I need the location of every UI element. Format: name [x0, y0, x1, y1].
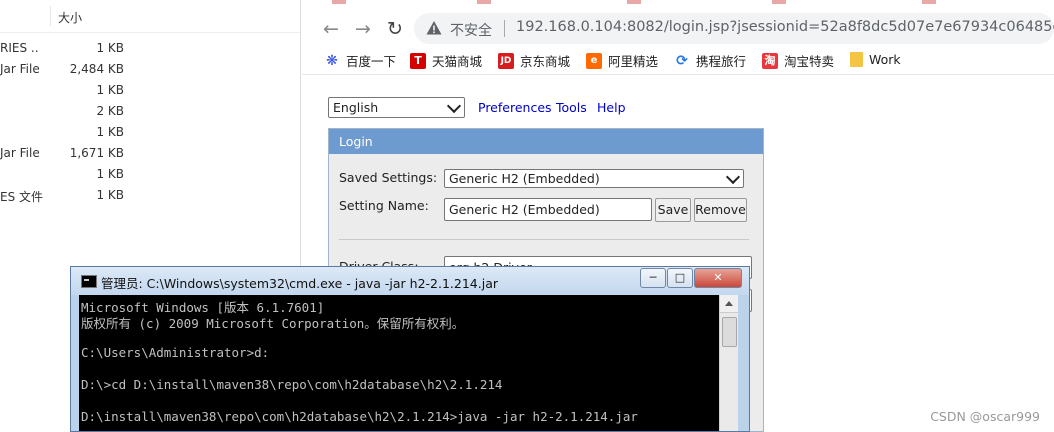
- file-size: 2 KB: [96, 104, 124, 118]
- navigation-bar: ← → ↻ 不安全 192.168.0.104:8082/login.jsp?j…: [302, 10, 1054, 46]
- console-output[interactable]: Microsoft Windows [版本 6.1.7601] 版权所有 (c)…: [79, 295, 719, 431]
- login-panel-title: Login: [339, 134, 373, 149]
- console-line: D:\>cd D:\install\maven38\repo\com\h2dat…: [81, 377, 503, 392]
- setting-name-value: Generic H2 (Embedded): [449, 202, 600, 217]
- ali-icon: e: [586, 52, 602, 69]
- setting-name-label: Setting Name:: [339, 198, 429, 213]
- taobao-icon: 淘: [762, 52, 778, 69]
- cmd-prompt-icon[interactable]: [81, 275, 97, 288]
- close-icon[interactable]: ✕: [694, 268, 742, 288]
- tab-edge[interactable]: [332, 0, 346, 4]
- warning-triangle-icon[interactable]: [426, 20, 442, 36]
- tmall-icon: T: [410, 52, 426, 69]
- login-panel-header: Login: [329, 129, 763, 154]
- tools-link[interactable]: Tools: [556, 100, 587, 115]
- file-row[interactable]: 1 KB: [0, 79, 300, 100]
- not-secure-label[interactable]: 不安全: [450, 20, 492, 40]
- bookmark-jd[interactable]: JD 京东商城: [498, 51, 570, 69]
- bookmark-label: 携程旅行: [696, 54, 747, 69]
- console-line: 版权所有 (c) 2009 Microsoft Corporation。保留所有…: [81, 316, 465, 331]
- address-divider: [504, 20, 505, 37]
- bookmark-label: 天猫商城: [432, 54, 483, 69]
- saved-settings-label: Saved Settings:: [339, 170, 438, 185]
- bookmarks-bar: ❋ 百度一下 T 天猫商城 JD 京东商城 e 阿里精选 ⟳ 携程旅行 淘淘宝特卖 Wor…: [302, 46, 1054, 75]
- language-select[interactable]: English: [328, 97, 465, 118]
- file-row[interactable]: 2 KB: [0, 100, 300, 121]
- file-row[interactable]: 1 KB: [0, 121, 300, 142]
- bookmark-ali[interactable]: e 阿里精选: [586, 51, 658, 69]
- file-type: RIES ..: [0, 41, 39, 55]
- file-size: 2,484 KB: [69, 62, 124, 76]
- tab-edge[interactable]: [477, 0, 491, 4]
- bookmark-tmall[interactable]: T 天猫商城: [410, 51, 482, 69]
- column-separator[interactable]: [50, 6, 51, 26]
- file-row[interactable]: ES 文件 1 KB: [0, 184, 300, 205]
- save-button[interactable]: Save: [655, 198, 691, 222]
- column-header: 大小: [0, 0, 300, 33]
- bookmark-label: 阿里精选: [608, 54, 659, 69]
- scroll-up-icon[interactable]: [720, 295, 738, 313]
- bookmark-ctrip[interactable]: ⟳ 携程旅行: [674, 51, 747, 70]
- cmd-window-title: 管理员: C:\Windows\system32\cmd.exe - java …: [101, 276, 499, 291]
- bookmark-baidu[interactable]: ❋ 百度一下: [324, 51, 397, 70]
- setting-name-input[interactable]: Generic H2 (Embedded): [444, 198, 652, 221]
- size-column-header[interactable]: 大小: [58, 9, 82, 26]
- baidu-paw-icon: ❋: [326, 52, 338, 69]
- back-arrow-icon[interactable]: ←: [318, 16, 344, 42]
- url-text[interactable]: 192.168.0.104:8082/login.jsp?jsessionid=…: [516, 19, 1054, 35]
- tab-edge[interactable]: [922, 0, 936, 4]
- tab-edge[interactable]: [772, 0, 786, 4]
- saved-settings-select[interactable]: Generic H2 (Embedded): [444, 169, 744, 188]
- bookmark-label: 京东商城: [520, 54, 571, 69]
- file-type: Jar File: [0, 146, 40, 160]
- bookmark-label: 淘宝特卖: [784, 54, 835, 69]
- preferences-link[interactable]: Preferences: [478, 100, 552, 115]
- file-size: 1 KB: [96, 125, 124, 139]
- language-value: English: [333, 100, 379, 115]
- watermark-text: CSDN @oscar999: [930, 409, 1040, 424]
- file-size: 1 KB: [96, 83, 124, 97]
- cmd-titlebar[interactable]: 管理员: C:\Windows\system32\cmd.exe - java …: [71, 267, 749, 295]
- section-divider: [339, 239, 749, 240]
- scroll-thumb[interactable]: [722, 317, 737, 347]
- chevron-down-icon: [725, 169, 741, 185]
- help-link[interactable]: Help: [597, 100, 626, 115]
- file-type: Jar File: [0, 62, 40, 76]
- console-line: D:\install\maven38\repo\com\h2database\h…: [81, 409, 638, 424]
- address-bar[interactable]: 不安全 192.168.0.104:8082/login.jsp?jsessio…: [414, 13, 1054, 44]
- maximize-icon[interactable]: □: [667, 268, 693, 288]
- file-row[interactable]: Jar File 1,671 KB: [0, 142, 300, 163]
- file-size: 1,671 KB: [69, 146, 124, 160]
- saved-settings-value: Generic H2 (Embedded): [449, 171, 600, 186]
- reload-icon[interactable]: ↻: [382, 16, 408, 42]
- file-size: 1 KB: [96, 167, 124, 181]
- bookmark-work-folder[interactable]: Work: [850, 51, 901, 69]
- console-line: C:\Users\Administrator>d:: [81, 345, 270, 360]
- forward-arrow-icon[interactable]: →: [350, 16, 376, 42]
- file-row[interactable]: 1 KB: [0, 163, 300, 184]
- console-scrollbar[interactable]: [719, 295, 738, 431]
- bookmark-taobao[interactable]: 淘淘宝特卖: [762, 51, 834, 69]
- folder-icon: [850, 52, 863, 67]
- file-row[interactable]: Jar File 2,484 KB: [0, 58, 300, 79]
- remove-button[interactable]: Remove: [694, 198, 747, 222]
- tab-edge[interactable]: [627, 0, 641, 4]
- bookmark-label: 百度一下: [346, 54, 397, 69]
- file-size: 1 KB: [96, 41, 124, 55]
- file-row[interactable]: RIES .. 1 KB: [0, 37, 300, 58]
- bookmark-label: Work: [869, 52, 901, 67]
- file-type: ES 文件: [0, 190, 44, 204]
- jd-icon: JD: [498, 52, 514, 69]
- minimize-icon[interactable]: ─: [640, 268, 666, 288]
- cmd-window: 管理员: C:\Windows\system32\cmd.exe - java …: [70, 266, 750, 432]
- tab-strip: [302, 0, 1054, 10]
- file-size: 1 KB: [96, 188, 124, 202]
- chevron-down-icon: [446, 98, 462, 114]
- ctrip-icon: ⟳: [676, 52, 688, 69]
